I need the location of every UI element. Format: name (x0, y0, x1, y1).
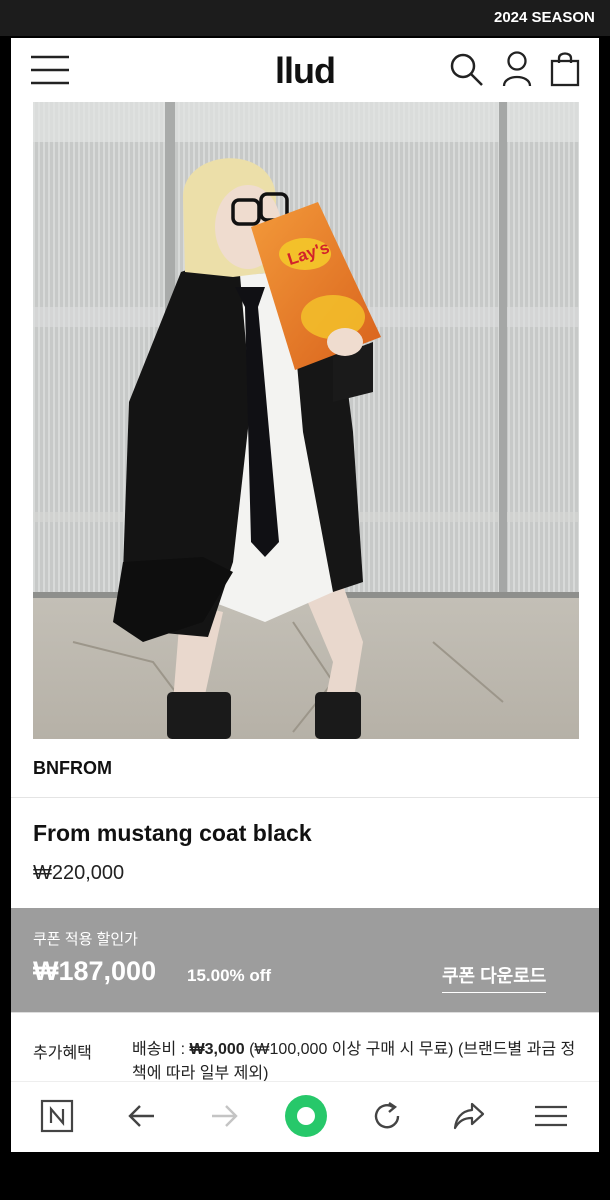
back-arrow-icon (128, 1105, 154, 1127)
refresh-icon (374, 1102, 400, 1129)
shipping-fee: ₩3,000 (189, 1041, 245, 1058)
green-dot-button[interactable] (284, 1094, 328, 1138)
top-banner-bar: 2024 SEASON (0, 0, 610, 36)
forward-arrow-icon (212, 1105, 238, 1127)
share-icon (453, 1102, 485, 1130)
menu-button[interactable] (529, 1094, 573, 1138)
share-button[interactable] (447, 1094, 491, 1138)
product-price: ₩220,000 (33, 862, 125, 884)
brand-name[interactable]: BNFROM (33, 758, 112, 779)
refresh-button[interactable] (365, 1094, 409, 1138)
season-marquee: 2024 SEASON (494, 9, 595, 26)
search-icon[interactable] (449, 52, 485, 88)
home-circle-icon (285, 1095, 327, 1137)
naver-n-icon (40, 1099, 74, 1133)
product-photo: Lay's (33, 102, 579, 739)
hamburger-icon (535, 1105, 567, 1127)
forward-button[interactable] (202, 1094, 246, 1138)
product-title: From mustang coat black (33, 820, 312, 846)
browser-bottom-nav (11, 1081, 599, 1152)
extra-benefit-label: 추가혜택 (33, 1045, 92, 1062)
coupon-price-label: 쿠폰 적용 할인가 (33, 931, 138, 948)
naver-home-button[interactable] (35, 1094, 79, 1138)
user-icon[interactable] (501, 50, 533, 88)
divider (11, 1012, 599, 1013)
shopping-bag-icon[interactable] (549, 50, 581, 88)
back-button[interactable] (120, 1094, 164, 1138)
coupon-price: ₩187,000 (33, 956, 157, 986)
coupon-section: 쿠폰 적용 할인가 ₩187,000 15.00% off 쿠폰 다운로드 (11, 908, 599, 1012)
discount-rate: 15.00% off (187, 966, 272, 985)
product-page: llud Lay's BNFROM From mustang coat blac… (11, 38, 599, 1152)
shipping-label: 배송비 : (132, 1041, 190, 1058)
coupon-download-button[interactable]: 쿠폰 다운로드 (442, 962, 547, 993)
site-header: llud (11, 38, 599, 102)
shipping-info: 배송비 : ₩3,000 (₩100,000 이상 구매 시 무료) (브랜드별… (132, 1038, 582, 1086)
divider (11, 797, 599, 798)
